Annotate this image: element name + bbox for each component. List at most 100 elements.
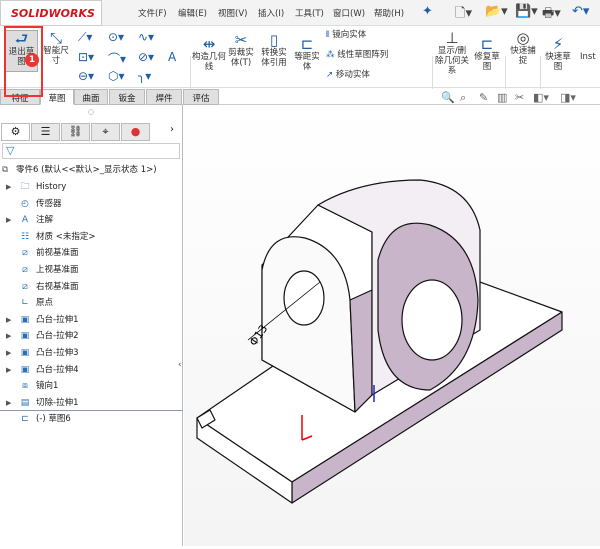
polygon-icon[interactable]: ⬡▾ xyxy=(108,69,125,83)
plane-icon: ⧄ xyxy=(22,265,28,275)
slot-icon[interactable]: ⊖▾ xyxy=(78,69,94,83)
pattern-icon: ⁂ xyxy=(326,50,338,60)
splitter-handle[interactable]: ○ xyxy=(88,108,94,116)
tree-item[interactable]: ◴ 传感器 xyxy=(0,196,183,212)
offset-entities-button[interactable]: ⊏ 等距实体 xyxy=(292,36,322,72)
feature-manager-tab[interactable]: ⚙ xyxy=(1,123,30,141)
menu-help[interactable]: 帮助(H) xyxy=(374,7,404,19)
fillet-icon[interactable]: ╮▾ xyxy=(138,69,151,83)
spline-icon[interactable]: ∿▾ xyxy=(138,30,154,44)
filter-bar[interactable]: ▽ xyxy=(2,143,180,159)
tab-surfaces[interactable]: 曲面 xyxy=(74,89,108,105)
convert-icon: ▯ xyxy=(269,31,279,49)
expand-arrow-icon[interactable]: ▶ xyxy=(6,395,11,411)
save-icon[interactable]: 💾▾ xyxy=(515,4,538,19)
rapid-sketch-button[interactable]: ⚡ 快速草图 xyxy=(543,36,573,72)
tree-item-label: 材质 <未指定> xyxy=(36,231,96,242)
print-icon[interactable]: 🖶▾ xyxy=(542,4,561,26)
tree-root[interactable]: ⧉ 零件6 (默认<<默认>_显示状态 1>) xyxy=(0,162,183,178)
new-file-icon[interactable]: 🗋▾ xyxy=(455,4,472,26)
tree-item[interactable]: ⊏ (-) 草图6 xyxy=(0,411,183,427)
menu-window[interactable]: 窗口(W) xyxy=(333,7,365,19)
cut-icon: ▤ xyxy=(20,397,30,408)
dynamic-annotation-icon[interactable]: ✂ xyxy=(515,91,524,104)
menu-view[interactable]: 视图(V) xyxy=(218,7,247,19)
tree-item[interactable]: ▶ ▣ 凸台-拉伸1 xyxy=(0,312,183,328)
tree-item[interactable]: ▶ ▣ 凸台-拉伸3 xyxy=(0,345,183,361)
tree-item-label: 凸台-拉伸3 xyxy=(36,348,79,358)
menu-edit[interactable]: 编辑(E) xyxy=(178,7,207,19)
expand-arrow-icon[interactable]: ▶ xyxy=(6,345,11,361)
chevron-right-icon[interactable]: › xyxy=(170,124,174,135)
rectangle-icon[interactable]: ⊡▾ xyxy=(78,50,94,64)
tree-item-label: 切除-拉伸1 xyxy=(36,397,79,408)
property-manager-tab[interactable]: ☰ xyxy=(31,123,60,141)
open-file-icon[interactable]: 📂▾ xyxy=(485,4,508,19)
arc-icon[interactable]: ⌒▾ xyxy=(108,50,126,67)
tree-item[interactable]: ▶ A 注解 xyxy=(0,212,183,228)
tree-item-label: History xyxy=(36,182,67,192)
mirror-entities-button[interactable]: ⫴ 镜向实体 xyxy=(326,30,366,40)
smart-dimension-button[interactable]: ⤡ 智能尺寸 xyxy=(40,30,72,66)
text-icon[interactable]: A xyxy=(168,50,176,64)
linear-pattern-button[interactable]: ⁂ 线性草图阵列 xyxy=(326,50,388,60)
section-view-icon[interactable]: ▥ xyxy=(497,91,507,104)
tree-item[interactable]: ▶ ▣ 凸台-拉伸4 xyxy=(0,362,183,378)
circle-icon[interactable]: ⊙▾ xyxy=(108,30,124,44)
display-relations-button[interactable]: ⊥ 显示/删除几何关系 xyxy=(434,30,470,76)
tree-item[interactable]: ⧄ 上视基准面 xyxy=(0,262,183,278)
tree-item-label: 前视基准面 xyxy=(36,248,79,259)
tab-sketch[interactable]: 草图 xyxy=(40,89,74,105)
zoom-to-fit-icon[interactable]: 🔍 xyxy=(441,91,455,104)
tree-item[interactable]: ▶ 🗀 History xyxy=(0,179,183,195)
trim-entities-button[interactable]: ✂ 剪裁实体(T) xyxy=(226,32,256,68)
expand-arrow-icon[interactable]: ▶ xyxy=(6,362,11,378)
tree-item-label: 传感器 xyxy=(36,198,62,209)
tree-item[interactable]: ∟ 原点 xyxy=(0,295,183,311)
expand-arrow-icon[interactable]: ▶ xyxy=(6,212,11,228)
tree-item[interactable]: ▶ ▣ 凸台-拉伸2 xyxy=(0,328,183,344)
part-icon: ⧉ xyxy=(2,165,9,175)
tree-item[interactable]: ⧄ 前视基准面 xyxy=(0,245,183,261)
expand-arrow-icon[interactable]: ▶ xyxy=(6,312,11,328)
tree-item-label: 凸台-拉伸2 xyxy=(36,331,79,342)
tree-item[interactable]: ☷ 材质 <未指定> xyxy=(0,229,183,245)
tree-item-label: 凸台-拉伸1 xyxy=(36,314,79,325)
convert-entities-button[interactable]: ▯ 转换实体引用 xyxy=(258,32,290,68)
display-manager-tab[interactable]: ● xyxy=(121,123,150,141)
tree-item-label: 凸台-拉伸4 xyxy=(36,364,79,375)
previous-view-icon[interactable]: ✎ xyxy=(479,91,488,104)
annotation-icon: A xyxy=(21,215,29,226)
move-entities-button[interactable]: ↗ 移动实体 xyxy=(326,70,370,80)
display-style-icon[interactable]: ◨▾ xyxy=(560,91,576,104)
tab-weldments[interactable]: 焊件 xyxy=(146,89,182,105)
menu-insert[interactable]: 插入(I) xyxy=(258,7,284,19)
instant2d-button[interactable]: Inst xyxy=(580,52,596,62)
ellipse-icon[interactable]: ⊘▾ xyxy=(138,50,154,64)
sensor-icon: ◴ xyxy=(21,198,29,209)
menu-file[interactable]: 文件(F) xyxy=(138,7,167,19)
menu-tools[interactable]: 工具(T) xyxy=(295,7,324,19)
construction-geometry-button[interactable]: ⇹ 构造几何线 xyxy=(192,36,226,72)
expand-arrow-icon[interactable]: ▶ xyxy=(6,179,11,195)
pin-icon[interactable]: ✦ xyxy=(422,4,433,19)
repair-sketch-button[interactable]: ⊏ 修复草图 xyxy=(472,36,502,72)
configuration-manager-tab[interactable]: ⛓ xyxy=(61,123,90,141)
repair-label: 修复草图 xyxy=(474,52,500,72)
undo-icon[interactable]: ↶▾ xyxy=(572,4,589,19)
quick-snaps-button[interactable]: ◎ 快速捕捉 xyxy=(508,30,538,66)
tree-item[interactable]: ⧈ 镜向1 xyxy=(0,378,183,394)
tree-item[interactable]: ⧄ 右视基准面 xyxy=(0,279,183,295)
tree-item-label: 原点 xyxy=(36,298,54,309)
origin-icon: ∟ xyxy=(21,298,29,309)
expand-arrow-icon[interactable]: ▶ xyxy=(6,328,11,344)
dimxpert-tab[interactable]: ⌖ xyxy=(91,123,120,141)
tree-item[interactable]: ▶ ▤ 切除-拉伸1 xyxy=(0,395,183,411)
graphics-viewport[interactable]: 软件自学网 Φ13 xyxy=(184,105,600,546)
zoom-area-icon[interactable]: ⌕ xyxy=(460,91,466,105)
tab-sheet-metal[interactable]: 钣金 xyxy=(109,89,145,105)
tab-evaluate[interactable]: 评估 xyxy=(183,89,219,105)
view-orientation-icon[interactable]: ◧▾ xyxy=(533,91,549,104)
collapse-panel-icon[interactable]: ‹ xyxy=(178,360,182,370)
line-icon[interactable]: ⟋▾ xyxy=(78,30,92,45)
